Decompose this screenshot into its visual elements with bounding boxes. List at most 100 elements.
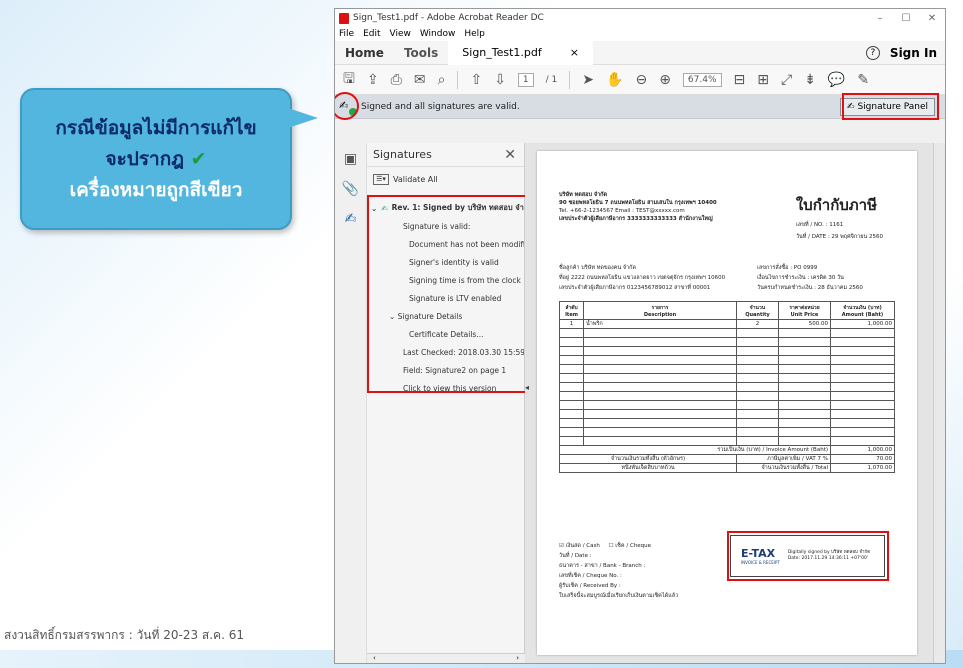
- empty-cell: [559, 364, 584, 374]
- empty-cell: [583, 373, 737, 383]
- pages-icon[interactable]: ▣: [344, 151, 357, 167]
- full-screen-icon[interactable]: ⤢: [781, 72, 792, 88]
- tab-tools[interactable]: Tools: [394, 46, 448, 60]
- words-value: หนึ่งพันเจ็ดสิบบาทถ้วน: [559, 463, 737, 473]
- menu-window[interactable]: Window: [420, 29, 456, 39]
- empty-cell: [583, 391, 737, 401]
- table-row-empty: [559, 382, 895, 392]
- empty-cell: [583, 436, 737, 446]
- green-check-icon: ✔: [190, 148, 207, 170]
- callout-line-1: กรณีข้อมูลไม่มีการแก้ไข: [55, 117, 257, 139]
- table-row-empty: [559, 346, 895, 356]
- search-icon[interactable]: ⌕: [438, 72, 446, 88]
- empty-cell: [830, 355, 895, 365]
- empty-cell: [736, 427, 779, 437]
- empty-cell: [830, 373, 895, 383]
- menu-file[interactable]: File: [339, 29, 354, 39]
- fit-page-icon[interactable]: ⊟: [734, 72, 746, 88]
- signatures-nav-icon[interactable]: ✍: [345, 211, 357, 227]
- empty-cell: [736, 400, 779, 410]
- tab-close-icon[interactable]: ×: [570, 46, 579, 59]
- scroll-left-icon[interactable]: ‹: [373, 654, 376, 663]
- email-icon[interactable]: ✉: [414, 72, 426, 88]
- empty-cell: [778, 400, 831, 410]
- signatures-panel-title: Signatures: [373, 148, 432, 161]
- tab-home[interactable]: Home: [335, 46, 394, 60]
- minimize-icon[interactable]: –: [867, 13, 893, 24]
- sign-in-button[interactable]: Sign In: [890, 46, 937, 60]
- scroll-right-icon[interactable]: ›: [516, 654, 519, 663]
- empty-cell: [830, 427, 895, 437]
- upload-icon[interactable]: ⇪: [367, 72, 379, 88]
- due-date: วันครบกำหนดชำระเงิน : 28 ธันวาคม 2560: [757, 285, 863, 291]
- col-quantity: จำนวน Quantity: [736, 301, 779, 320]
- help-icon[interactable]: ?: [865, 45, 880, 60]
- empty-cell: [830, 400, 895, 410]
- comment-icon[interactable]: 💬: [828, 72, 845, 88]
- empty-cell: [736, 364, 779, 374]
- validate-all-label[interactable]: Validate All: [393, 175, 438, 184]
- customer-address: ที่อยู่ 2222 ถนนพหลโยธิน แขวงลาดยาว เขตจ…: [559, 275, 726, 281]
- save-icon[interactable]: 🖫: [343, 68, 355, 92]
- company-info: บริษัท ทดสอบ จำกัด 90 ซอยพหลโยธิน 7 ถนนพ…: [559, 191, 717, 223]
- invoice-title: ใบกำกับภาษี: [795, 196, 877, 214]
- validate-menu-icon[interactable]: ☰▾: [373, 173, 389, 185]
- customer-taxid: เลขประจำตัวผู้เสียภาษีอากร 0123456789012…: [559, 285, 711, 291]
- company-address: 90 ซอยพหลโยธิน 7 ถนนพหลโยธิน สามเสนใน กร…: [559, 200, 717, 206]
- vat-value: 70.00: [830, 454, 895, 464]
- empty-cell: [736, 409, 779, 419]
- scroll-mode-icon[interactable]: ⇟: [804, 72, 816, 88]
- zoom-in-icon[interactable]: ⊕: [659, 72, 671, 88]
- table-row: 1 น้ำพริก 2 500.00 1,000.00: [559, 319, 895, 329]
- page-up-icon[interactable]: ⇧: [470, 72, 482, 88]
- callout-line-2: จะปรากฎ ✔: [105, 143, 206, 175]
- validate-all-row[interactable]: ☰▾ Validate All: [367, 167, 524, 191]
- pay-cheque: เช็ค / Cheque: [615, 543, 652, 549]
- empty-cell: [559, 328, 584, 338]
- table-row-empty: [559, 364, 895, 374]
- customer-info: ชื่อลูกค้า บริษัท ทดของคน จำกัด ที่อยู่ …: [559, 263, 725, 293]
- page-number-input[interactable]: 1: [517, 72, 534, 87]
- company-contact: Tel. +66-2-1234567 Email : TEST@xxxxx.co…: [559, 208, 685, 214]
- select-cursor-icon[interactable]: ➤: [582, 72, 594, 88]
- table-row-empty: [559, 391, 895, 401]
- pdf-app-icon: [339, 12, 349, 24]
- empty-cell: [778, 346, 831, 356]
- tab-document[interactable]: Sign_Test1.pdf ×: [448, 40, 593, 65]
- cell-quantity: 2: [736, 319, 779, 329]
- signatures-panel-header: Signatures ✕: [367, 143, 524, 167]
- hand-tool-icon[interactable]: ✋: [606, 72, 623, 88]
- title-bar: Sign_Test1.pdf - Adobe Acrobat Reader DC…: [335, 9, 945, 27]
- menu-edit[interactable]: Edit: [363, 29, 380, 39]
- sign-pen-icon[interactable]: ✎: [857, 72, 869, 88]
- order-info: เลขการสั่งซื้อ : PO 0999 เงื่อนไขการชำระ…: [757, 263, 863, 293]
- empty-cell: [736, 373, 779, 383]
- menu-view[interactable]: View: [390, 29, 411, 39]
- panel-horizontal-scrollbar[interactable]: ‹ ›: [367, 653, 525, 663]
- empty-cell: [830, 364, 895, 374]
- close-panel-icon[interactable]: ✕: [504, 147, 516, 163]
- highlight-circle: [335, 92, 359, 120]
- table-row-empty: [559, 436, 895, 446]
- menu-help[interactable]: Help: [464, 29, 485, 39]
- invoice-date: วันที่ / DATE : 29 พฤศจิกายน 2560: [795, 234, 883, 240]
- zoom-level-select[interactable]: 67.4%: [682, 72, 722, 87]
- close-window-icon[interactable]: ✕: [919, 13, 945, 24]
- empty-cell: [583, 364, 737, 374]
- toolbar-divider: [569, 70, 571, 89]
- empty-cell: [583, 355, 737, 365]
- maximize-icon[interactable]: ☐: [893, 13, 919, 24]
- main-toolbar: 🖫 ⇪ ⎙ ✉ ⌕ ⇧ ⇩ 1 / 1 ➤ ✋ ⊖ ⊕ 67.4% ⊟ ⊞ ⤢ …: [335, 65, 945, 95]
- pay-note: ใบเสร็จนี้จะสมบูรณ์เมื่อเรียกเก็บเงินตาม…: [559, 593, 679, 599]
- col-amount: จำนวนเงิน (บาท) Amount (Baht): [830, 301, 895, 320]
- callout-line-3: เครื่องหมายถูกสีเขียว: [69, 179, 243, 201]
- vertical-scrollbar[interactable]: [933, 143, 945, 663]
- fit-width-icon[interactable]: ⊞: [757, 72, 769, 88]
- attachment-icon[interactable]: 📎: [342, 181, 359, 197]
- collapse-panel-icon[interactable]: ◂: [525, 383, 529, 392]
- page-down-icon[interactable]: ⇩: [494, 72, 506, 88]
- zoom-out-icon[interactable]: ⊖: [635, 72, 647, 88]
- print-icon[interactable]: ⎙: [391, 72, 402, 88]
- cell-unit-price: 500.00: [778, 319, 831, 329]
- empty-cell: [559, 427, 584, 437]
